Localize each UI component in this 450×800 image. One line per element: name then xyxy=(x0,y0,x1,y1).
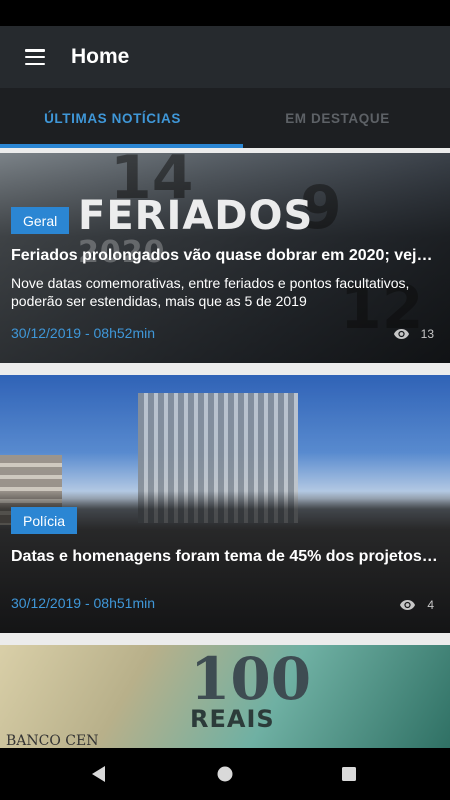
article-title: Feriados prolongados vão quase dobrar em… xyxy=(11,247,438,264)
category-badge: Polícia xyxy=(11,507,78,534)
views-number: 4 xyxy=(427,598,434,612)
news-card[interactable]: 14 9 12 FERIADOS 2020 Geral Feriados pro… xyxy=(0,153,450,363)
menu-icon[interactable] xyxy=(25,49,45,65)
back-icon[interactable] xyxy=(69,748,129,800)
article-title: Datas e homenagens foram tema de 45% dos… xyxy=(11,548,438,565)
status-bar xyxy=(0,0,450,26)
article-summary: Nove datas comemorativas, entre feriados… xyxy=(11,275,410,309)
recents-icon[interactable] xyxy=(319,748,379,800)
views-count: 13 xyxy=(393,327,434,341)
page-title: Home xyxy=(71,45,130,68)
views-count: 4 xyxy=(400,598,434,612)
banknote-image: 100 xyxy=(190,645,312,713)
tab-indicator xyxy=(0,144,243,148)
image-caption: FERIADOS xyxy=(78,193,314,239)
eye-icon xyxy=(393,329,409,339)
article-date: 30/12/2019 - 08h52min xyxy=(11,325,155,341)
banknote-image: REAIS xyxy=(190,705,275,733)
views-number: 13 xyxy=(420,327,434,341)
news-card[interactable]: 100 REAIS BANCO CEN xyxy=(0,645,450,748)
category-badge: Geral xyxy=(11,207,70,234)
app-bar: Home xyxy=(0,26,450,88)
system-nav-bar xyxy=(0,748,450,800)
tab-em-destaque[interactable]: EM DESTAQUE xyxy=(225,88,450,148)
home-icon[interactable] xyxy=(195,748,255,800)
news-card[interactable]: Polícia Datas e homenagens foram tema de… xyxy=(0,375,450,633)
tab-ultimas-noticias[interactable]: ÚLTIMAS NOTÍCIAS xyxy=(0,88,225,148)
tab-bar: ÚLTIMAS NOTÍCIAS EM DESTAQUE xyxy=(0,88,450,148)
eye-icon xyxy=(400,600,416,610)
news-feed: 14 9 12 FERIADOS 2020 Geral Feriados pro… xyxy=(0,153,450,748)
banknote-image: BANCO CEN xyxy=(6,733,99,748)
article-date: 30/12/2019 - 08h51min xyxy=(11,595,155,611)
